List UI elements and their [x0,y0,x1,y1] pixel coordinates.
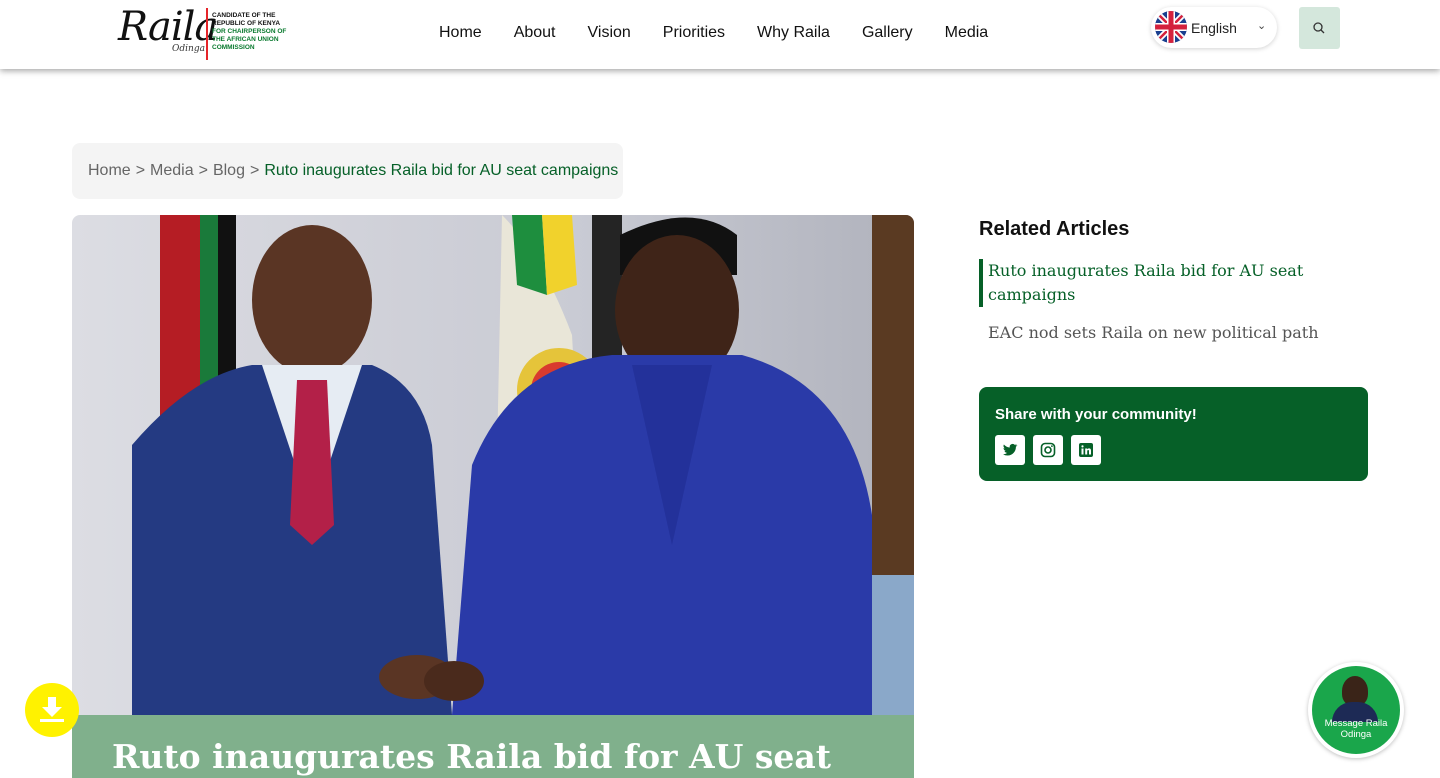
breadcrumb-blog[interactable]: Blog [213,162,245,179]
nav-vision[interactable]: Vision [588,24,631,42]
search-icon [1313,22,1325,34]
nav-gallery[interactable]: Gallery [862,24,913,42]
linkedin-share-button[interactable] [1071,435,1101,465]
language-label: English [1191,20,1237,36]
language-selector[interactable]: English ⌄ [1151,7,1277,48]
instagram-share-button[interactable] [1033,435,1063,465]
related-articles-heading: Related Articles [979,218,1130,240]
nav-home[interactable]: Home [439,24,482,42]
twitter-share-button[interactable] [995,435,1025,465]
nav-about[interactable]: About [514,24,556,42]
breadcrumb-separator: > [198,162,208,179]
share-panel: Share with your community! [979,387,1368,481]
article-hero: Ruto inaugurates Raila bid for AU seat [72,215,914,778]
chevron-down-icon: ⌄ [1257,20,1267,32]
message-label: Message Raila Odinga [1324,718,1388,740]
breadcrumb-separator: > [249,162,260,179]
related-article-link[interactable]: EAC nod sets Raila on new political path [979,321,1339,345]
article-title: Ruto inaugurates Raila bid for AU seat [112,737,832,776]
main-nav: Home About Vision Priorities Why Raila G… [439,24,988,42]
logo-position-line: FOR CHAIRPERSON OF THE AFRICAN UNION COM… [212,28,287,51]
site-logo[interactable]: Raila Odinga CANDIDATE OF THE REPUBLIC O… [118,4,288,64]
download-icon [40,697,64,722]
article-title-banner: Ruto inaugurates Raila bid for AU seat [72,715,914,778]
breadcrumb-separator: > [135,162,146,179]
download-button[interactable] [25,683,79,737]
nav-why-raila[interactable]: Why Raila [757,24,830,42]
search-button[interactable] [1299,7,1340,49]
message-avatar: Message Raila Odinga [1312,666,1400,754]
breadcrumb-home[interactable]: Home [88,162,131,179]
related-articles-list: Ruto inaugurates Raila bid for AU seat c… [979,259,1339,345]
breadcrumb: Home > Media > Blog > Ruto inaugurates Raila b… [72,143,623,199]
twitter-icon [1003,443,1018,456]
logo-divider [206,8,208,60]
nav-priorities[interactable]: Priorities [663,24,725,42]
instagram-icon [1040,442,1056,458]
breadcrumb-media[interactable]: Media [150,162,194,179]
breadcrumb-current: Ruto inaugurates Raila bid for AU seat c… [264,162,619,179]
related-article-link[interactable]: Ruto inaugurates Raila bid for AU seat c… [979,259,1339,307]
share-title: Share with your community! [995,406,1197,423]
article-photo [72,215,914,715]
logo-candidate-line: CANDIDATE OF THE REPUBLIC OF KENYA [212,12,281,27]
linkedin-icon [1079,443,1093,457]
nav-media[interactable]: Media [945,24,989,42]
logo-tagline: CANDIDATE OF THE REPUBLIC OF KENYA FOR C… [212,12,290,52]
message-raila-button[interactable]: Message Raila Odinga [1308,662,1404,758]
site-header: Raila Odinga CANDIDATE OF THE REPUBLIC O… [0,0,1440,69]
logo-sub-script: Odinga [172,44,205,54]
uk-flag-icon [1155,11,1187,43]
